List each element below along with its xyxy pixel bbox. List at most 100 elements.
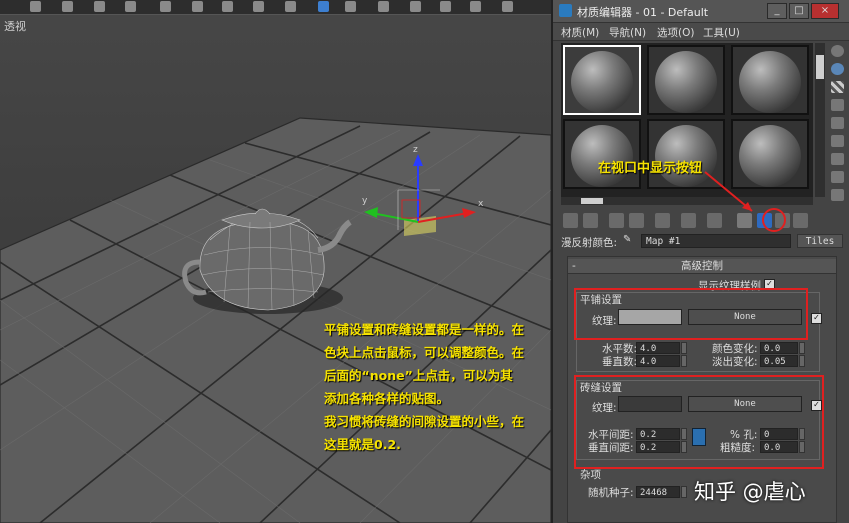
- toolbar-icon[interactable]: [378, 1, 389, 12]
- sample-sphere: [571, 125, 633, 187]
- random-seed-field[interactable]: 24468: [636, 486, 680, 498]
- get-material-icon[interactable]: [563, 213, 578, 228]
- make-unique-icon[interactable]: [655, 213, 670, 228]
- show-shaded-material-icon[interactable]: [737, 213, 752, 228]
- scroll-thumb[interactable]: [816, 55, 824, 79]
- map-name-field[interactable]: Map #1: [641, 234, 791, 248]
- select-by-material-icon[interactable]: [831, 171, 844, 183]
- spinner[interactable]: [681, 486, 687, 498]
- vertical-count-field[interactable]: 4.0: [636, 355, 680, 367]
- fade-variance-label: 淡出变化:: [712, 356, 758, 368]
- fade-variance-field[interactable]: 0.05: [760, 355, 798, 367]
- viewport-toolbar: [0, 0, 551, 15]
- sample-slot[interactable]: [647, 119, 725, 189]
- spinner[interactable]: [681, 342, 687, 354]
- toolbar-icon[interactable]: [345, 1, 356, 12]
- rollout-header[interactable]: - 高级控制: [568, 259, 836, 274]
- annotation-show-in-viewport: 在视口中显示按钮: [598, 161, 703, 176]
- horizontal-count-field[interactable]: 4.0: [636, 342, 680, 354]
- uv-tiling-icon[interactable]: [831, 99, 844, 111]
- watermark: 知乎 @虐心: [694, 480, 806, 504]
- tiles-setup-highlight: [574, 288, 808, 340]
- material-navigator-icon[interactable]: [831, 189, 844, 201]
- title-bar[interactable]: 材质编辑器 - 01 - Default _ □ ×: [553, 0, 849, 23]
- diffuse-color-label: 漫反射颜色:: [561, 237, 618, 249]
- sample-sphere: [571, 51, 633, 113]
- annotation-text: 平铺设置和砖缝设置都是一样的。在 色块上点击鼠标，可以调整颜色。在 后面的“no…: [324, 318, 586, 456]
- toolbar-icon[interactable]: [440, 1, 451, 12]
- random-seed-label: 随机种子:: [588, 487, 634, 499]
- close-button[interactable]: ×: [811, 3, 839, 19]
- grout-setup-highlight: [574, 375, 824, 469]
- backlight-icon[interactable]: [831, 63, 844, 75]
- toolbar-icon[interactable]: [285, 1, 296, 12]
- annotation-line: 后面的“none”上点击，可以为其: [324, 368, 513, 383]
- sample-type-icon[interactable]: [831, 45, 844, 57]
- spinner[interactable]: [681, 355, 687, 367]
- annotation-line: 我习惯将砖缝的间隙设置的小些，在: [324, 414, 525, 429]
- toolbar-icon[interactable]: [222, 1, 233, 12]
- annotation-line: 色块上点击鼠标，可以调整颜色。在: [324, 345, 525, 360]
- svg-text:y: y: [362, 196, 368, 206]
- minimize-button[interactable]: _: [767, 3, 787, 19]
- tiles-map-checkbox[interactable]: ✓: [811, 313, 822, 324]
- maximize-button[interactable]: □: [789, 3, 809, 19]
- options-icon[interactable]: [831, 153, 844, 165]
- toolbar-icon[interactable]: [160, 1, 171, 12]
- menu-navigation[interactable]: 导航(N): [609, 25, 646, 40]
- toolbar-icon[interactable]: [94, 1, 105, 12]
- sample-sphere: [739, 125, 801, 187]
- sample-slot[interactable]: [563, 119, 641, 189]
- spinner[interactable]: [799, 355, 805, 367]
- put-to-library-icon[interactable]: [681, 213, 696, 228]
- sample-slot[interactable]: [647, 45, 725, 115]
- toolbar-icon[interactable]: [318, 1, 329, 12]
- annotation-line: 平铺设置和砖缝设置都是一样的。在: [324, 322, 525, 337]
- sample-slot[interactable]: [731, 119, 809, 189]
- put-to-scene-icon[interactable]: [583, 213, 598, 228]
- slots-vertical-scrollbar[interactable]: [815, 43, 825, 197]
- viewport-label[interactable]: 透视: [4, 18, 26, 34]
- toolbar-icon[interactable]: [470, 1, 481, 12]
- toolbar-icon[interactable]: [125, 1, 136, 12]
- toolbar-icon[interactable]: [192, 1, 203, 12]
- menu-bar: 材质(M) 导航(N) 选项(O) 工具(U): [553, 23, 849, 41]
- show-in-viewport-highlight: [762, 208, 786, 232]
- go-forward-to-sibling-icon[interactable]: [793, 213, 808, 228]
- material-toolbar: [561, 210, 841, 232]
- toolbar-icon[interactable]: [410, 1, 421, 12]
- vertical-count-label: 垂直数:: [602, 356, 638, 368]
- background-icon[interactable]: [831, 81, 844, 93]
- toolbar-icon[interactable]: [62, 1, 73, 12]
- svg-text:z: z: [413, 145, 418, 155]
- sample-sphere: [739, 51, 801, 113]
- material-editor-icon: [559, 4, 572, 17]
- menu-options[interactable]: 选项(O): [657, 25, 694, 40]
- eyedropper-icon[interactable]: ✎: [623, 234, 631, 245]
- video-check-icon[interactable]: [831, 117, 844, 129]
- sample-sphere: [655, 125, 717, 187]
- window-title: 材质编辑器 - 01 - Default: [577, 6, 709, 19]
- make-preview-icon[interactable]: [831, 135, 844, 147]
- collapse-icon[interactable]: -: [572, 259, 576, 273]
- material-id-channel-icon[interactable]: [707, 213, 722, 228]
- menu-material[interactable]: 材质(M): [561, 25, 599, 40]
- rollout-title: 高级控制: [681, 260, 723, 272]
- annotation-line: 这里就是0.2.: [324, 437, 401, 452]
- color-variance-field[interactable]: 0.0: [760, 342, 798, 354]
- svg-text:x: x: [478, 199, 484, 209]
- misc-title: 杂项: [580, 469, 601, 481]
- spinner[interactable]: [799, 342, 805, 354]
- sample-slot[interactable]: [731, 45, 809, 115]
- menu-utilities[interactable]: 工具(U): [703, 25, 740, 40]
- toolbar-icon[interactable]: [253, 1, 264, 12]
- reset-map-icon[interactable]: [629, 213, 644, 228]
- toolbar-icon[interactable]: [502, 1, 513, 12]
- slots-horizontal-scrollbar[interactable]: [561, 197, 813, 205]
- assign-to-selection-icon[interactable]: [609, 213, 624, 228]
- map-type-button[interactable]: Tiles: [797, 234, 843, 248]
- sample-slot[interactable]: [563, 45, 641, 115]
- scroll-thumb[interactable]: [581, 198, 603, 204]
- toolbar-icon[interactable]: [30, 1, 41, 12]
- sample-sphere: [655, 51, 717, 113]
